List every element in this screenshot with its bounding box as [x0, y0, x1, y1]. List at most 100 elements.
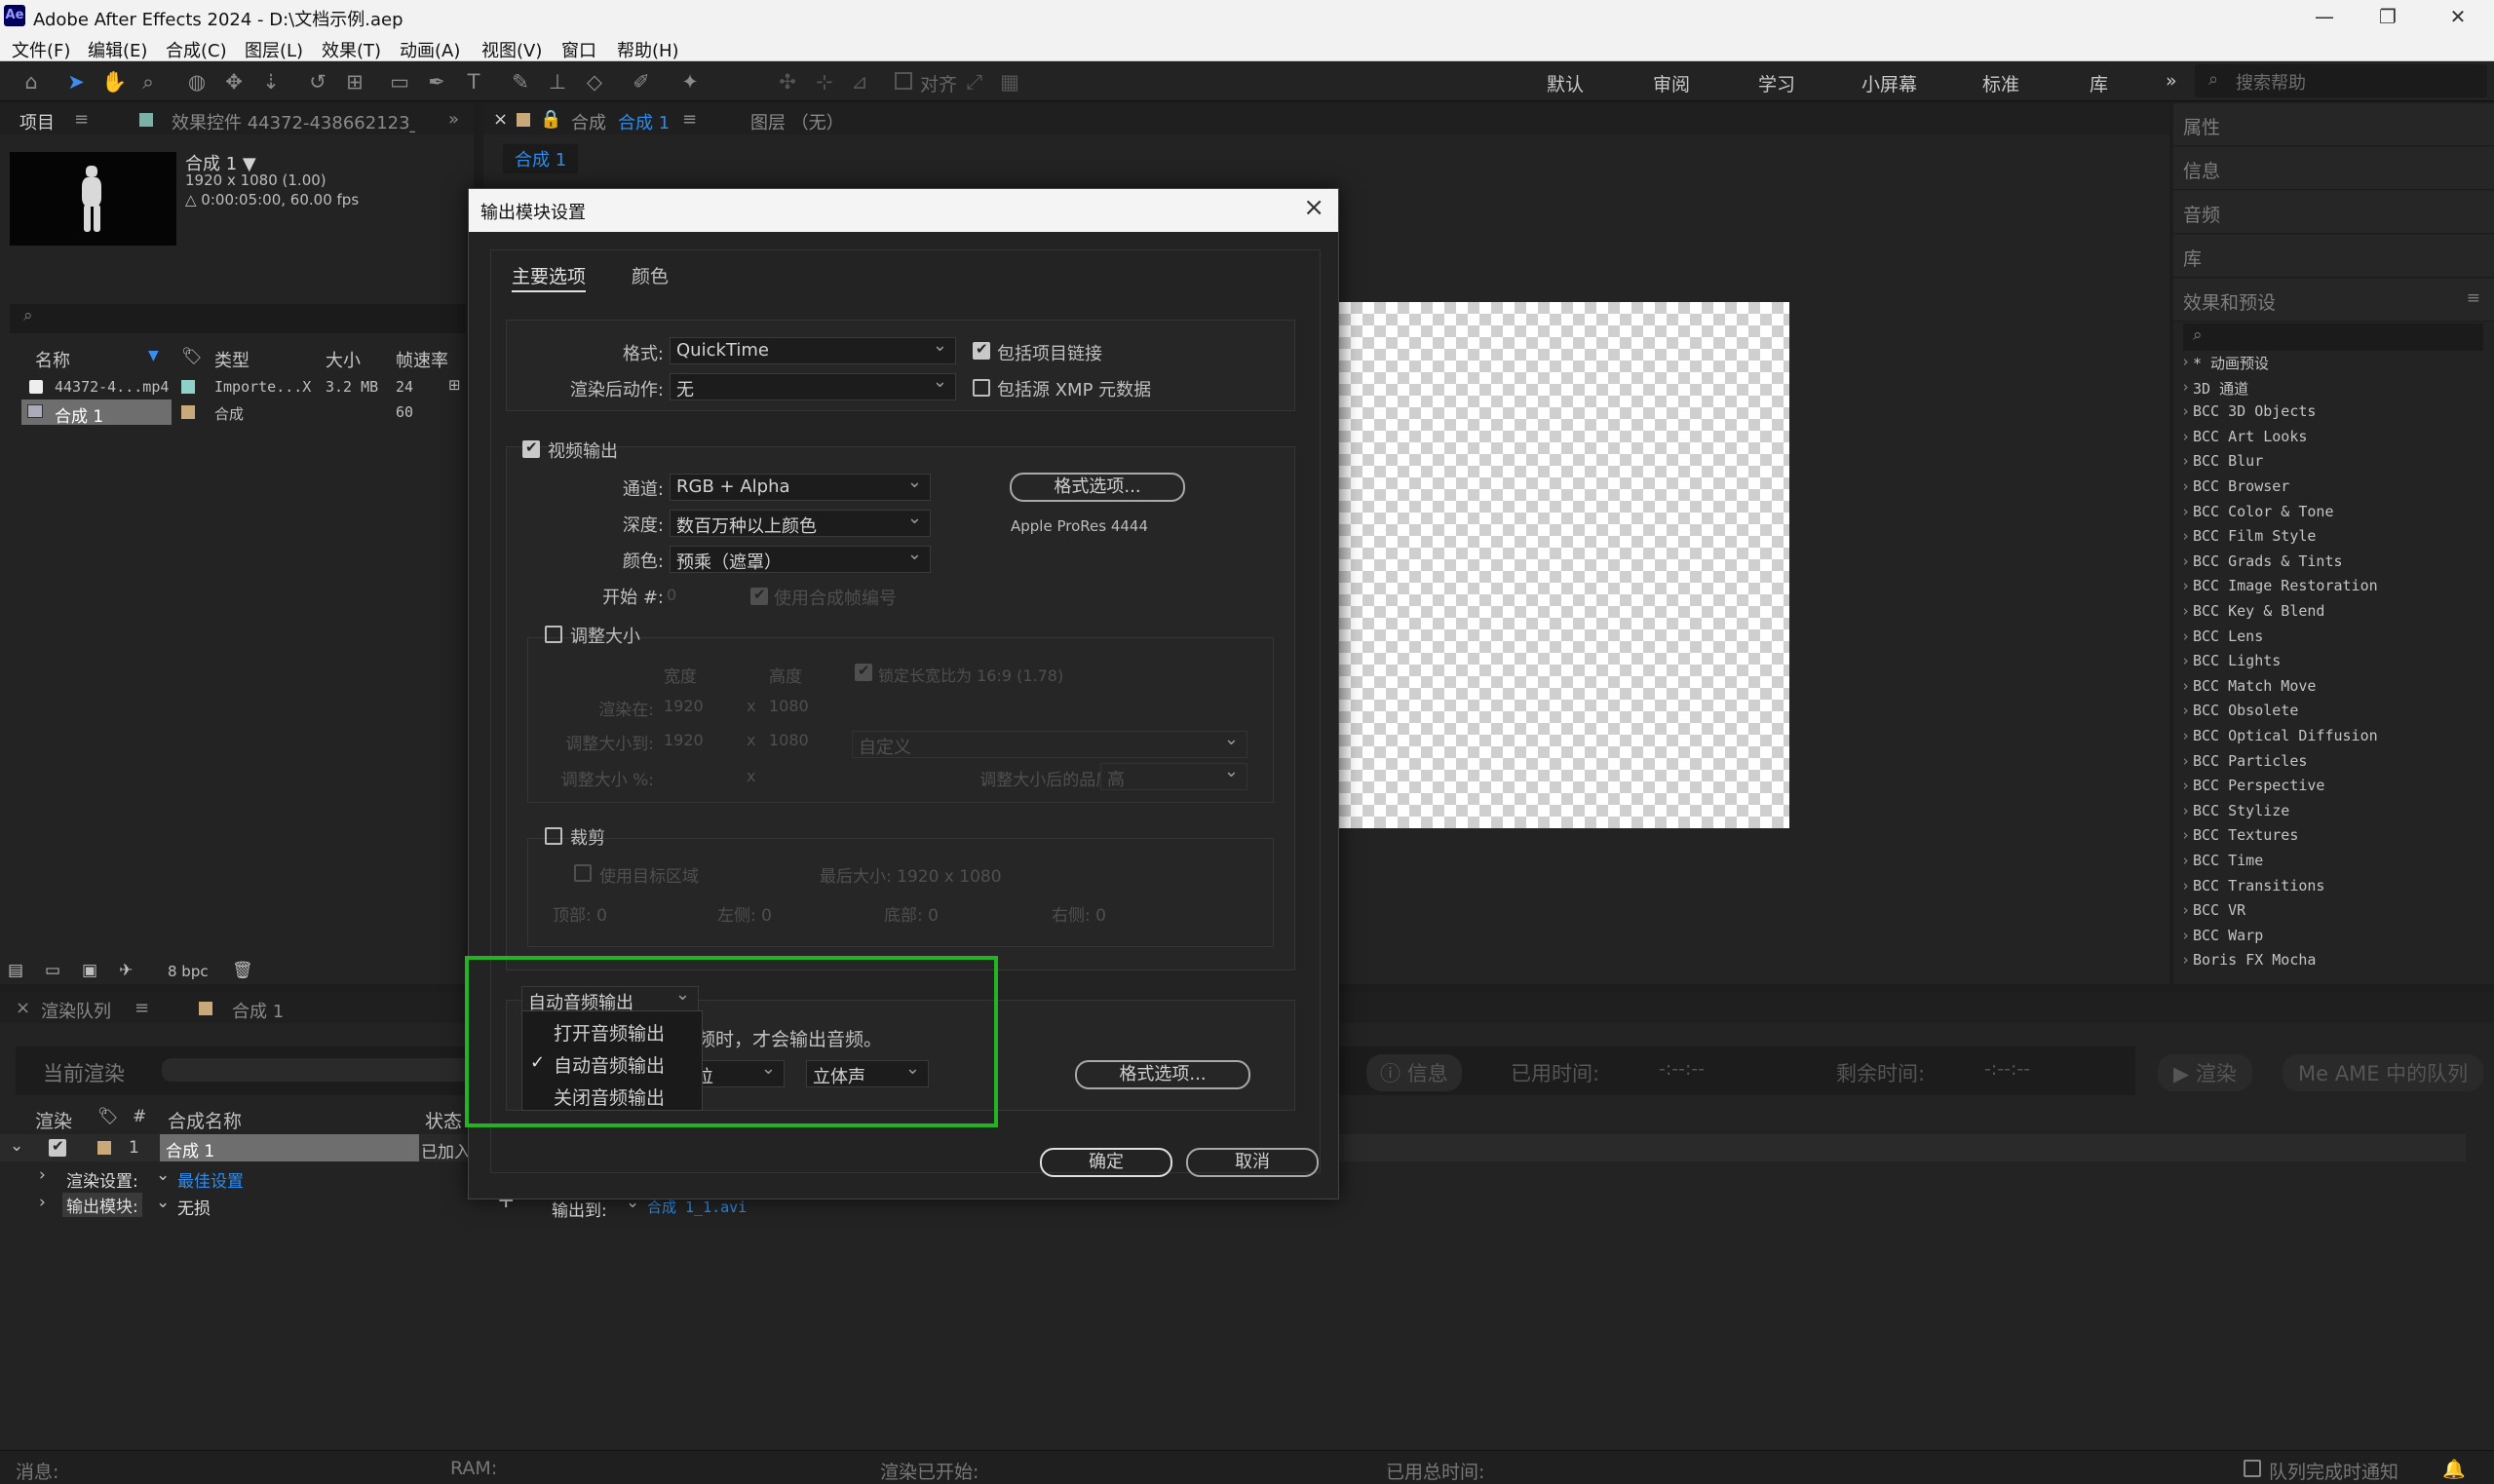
render-button[interactable]: ▶ 渲染: [2158, 1054, 2252, 1091]
effect-category[interactable]: BCC Image Restoration: [2181, 577, 2378, 594]
selection-tool-icon[interactable]: ➤: [64, 70, 88, 94]
orbit-tool-icon[interactable]: ◍: [185, 70, 209, 94]
project-search-input[interactable]: ⌕: [10, 304, 466, 333]
use-roi-checkbox[interactable]: [574, 864, 592, 882]
brush-tool-icon[interactable]: ✎: [509, 70, 532, 94]
workspace-review[interactable]: 审阅: [1653, 70, 1690, 96]
effect-category[interactable]: BCC Warp: [2181, 927, 2263, 944]
tab-render-queue[interactable]: 渲染队列: [41, 998, 111, 1023]
menu-edit[interactable]: 编辑(E): [88, 37, 147, 62]
panel-menu-icon[interactable]: ≡: [2467, 288, 2480, 308]
dolly-tool-icon[interactable]: ⇣: [259, 70, 283, 94]
col-size[interactable]: 大小: [326, 347, 361, 372]
bell-icon[interactable]: 🔔: [2442, 1458, 2466, 1480]
effect-category[interactable]: BCC VR: [2181, 901, 2245, 919]
resize-quality-select[interactable]: 高: [1100, 761, 1247, 790]
rectangle-tool-icon[interactable]: ▭: [388, 70, 411, 94]
close-tab-icon[interactable]: ×: [493, 109, 508, 130]
col-status[interactable]: 状态: [425, 1107, 462, 1133]
tab-comp[interactable]: 合成 1: [232, 998, 284, 1023]
ok-button[interactable]: 确定: [1040, 1148, 1172, 1177]
workspace-small-screen[interactable]: 小屏幕: [1861, 70, 1917, 96]
section-properties[interactable]: 属性: [2183, 113, 2220, 139]
col-comp-name[interactable]: 合成名称: [168, 1107, 242, 1133]
expand-icon[interactable]: ⌄: [10, 1136, 23, 1156]
menu-composition[interactable]: 合成(C): [166, 37, 227, 62]
effect-category[interactable]: BCC Blur: [2181, 452, 2263, 470]
video-output-checkbox[interactable]: [522, 438, 540, 458]
panel-overflow-icon[interactable]: »: [448, 109, 459, 130]
crop-checkbox[interactable]: [545, 827, 562, 845]
lock-icon[interactable]: 🔒: [540, 109, 561, 130]
ame-queue-button[interactable]: Me AME 中的队列: [2283, 1054, 2484, 1091]
resize-to-height[interactable]: 1080: [769, 731, 809, 749]
effect-category[interactable]: * 动画预设: [2181, 353, 2269, 373]
snap-grid-icon[interactable]: ▦: [998, 70, 1021, 94]
zoom-tool-icon[interactable]: ⌕: [136, 70, 160, 94]
eraser-tool-icon[interactable]: ◇: [583, 70, 606, 94]
include-xmp-checkbox[interactable]: [973, 379, 990, 397]
pan-tool-icon[interactable]: ✥: [222, 70, 246, 94]
more-workspaces[interactable]: »: [2166, 70, 2177, 92]
menu-window[interactable]: 窗口: [561, 37, 596, 62]
workspace-library[interactable]: 库: [2090, 70, 2108, 96]
anchor-tool-icon[interactable]: ⊞: [343, 70, 366, 94]
interpret-footage-icon[interactable]: ▤: [8, 961, 23, 980]
render-settings-value[interactable]: 最佳设置: [177, 1167, 244, 1192]
panel-menu-icon[interactable]: ≡: [682, 109, 697, 130]
effect-category[interactable]: BCC Art Looks: [2181, 428, 2307, 445]
project-row-footage[interactable]: 44372-4...mp4 Importe...X 3.2 MB 24 ⊞: [0, 374, 474, 400]
effect-category[interactable]: BCC Lights: [2181, 652, 2281, 669]
axis-view-icon[interactable]: ⊿: [848, 70, 871, 94]
panel-menu-icon[interactable]: ≡: [134, 998, 149, 1018]
roto-brush-icon[interactable]: ✐: [630, 70, 653, 94]
label-tag-icon[interactable]: 🏷: [97, 1107, 119, 1126]
crop-bottom[interactable]: 底部: 0: [884, 901, 939, 926]
audio-format-options-button[interactable]: 格式选项...: [1075, 1060, 1250, 1089]
effect-category[interactable]: BCC Perspective: [2181, 777, 2325, 794]
info-button[interactable]: ⓘ 信息: [1366, 1054, 1462, 1091]
col-name[interactable]: 名称: [35, 347, 70, 372]
close-tab-icon[interactable]: ×: [16, 998, 30, 1018]
render-checkbox[interactable]: [49, 1137, 66, 1157]
menu-animation[interactable]: 动画(A): [400, 37, 460, 62]
expand-icon[interactable]: ›: [39, 1165, 46, 1185]
axis-world-icon[interactable]: ⊹: [813, 70, 836, 94]
effect-category[interactable]: BCC Particles: [2181, 752, 2307, 770]
help-search-input[interactable]: ⌕ 搜索帮助: [2195, 64, 2487, 97]
expand-icon[interactable]: ›: [39, 1193, 46, 1212]
use-comp-frame-checkbox[interactable]: [750, 586, 768, 605]
clone-stamp-tool-icon[interactable]: ⊥: [546, 70, 569, 94]
crop-right[interactable]: 右侧: 0: [1052, 901, 1106, 926]
home-icon[interactable]: ⌂: [19, 70, 43, 94]
axis-local-icon[interactable]: ✣: [776, 70, 799, 94]
effect-category[interactable]: BCC Film Style: [2181, 527, 2316, 545]
crop-top[interactable]: 顶部: 0: [553, 901, 607, 926]
effect-category[interactable]: BCC Textures: [2181, 826, 2298, 844]
resize-preset-select[interactable]: 自定义: [852, 729, 1247, 758]
workspace-standard[interactable]: 标准: [1982, 70, 2019, 96]
hand-tool-icon[interactable]: ✋: [101, 70, 127, 94]
bpc-toggle[interactable]: 8 bpc: [168, 963, 209, 980]
effect-category[interactable]: BCC Grads & Tints: [2181, 552, 2342, 570]
tab-layer[interactable]: 图层 （无）: [750, 109, 844, 134]
maximize-icon[interactable]: ❐: [2359, 2, 2417, 31]
pen-tool-icon[interactable]: ✒: [425, 70, 448, 94]
effect-category[interactable]: BCC Match Move: [2181, 677, 2316, 695]
format-select[interactable]: QuickTime: [670, 335, 956, 364]
section-effects-presets[interactable]: 效果和预设: [2183, 288, 2276, 315]
tab-effect-controls[interactable]: 效果控件 44372-438662123_sm: [172, 109, 415, 134]
col-fps[interactable]: 帧速率: [396, 347, 448, 372]
effect-category[interactable]: BCC 3D Objects: [2181, 402, 2316, 420]
resize-to-width[interactable]: 1920: [664, 731, 704, 749]
effects-search-input[interactable]: ⌕: [2183, 323, 2483, 351]
lock-aspect-checkbox[interactable]: [855, 662, 872, 681]
dropdown-icon[interactable]: ⌄: [156, 1193, 170, 1212]
video-format-options-button[interactable]: 格式选项...: [1010, 473, 1185, 502]
effect-category[interactable]: Boris FX Mocha: [2181, 951, 2316, 969]
snapping-checkbox[interactable]: [895, 72, 912, 90]
effect-category[interactable]: BCC Stylize: [2181, 802, 2289, 819]
comp-subtab[interactable]: 合成 1: [503, 144, 579, 173]
col-type[interactable]: 类型: [214, 347, 249, 372]
dropdown-icon[interactable]: ⌄: [156, 1165, 170, 1185]
